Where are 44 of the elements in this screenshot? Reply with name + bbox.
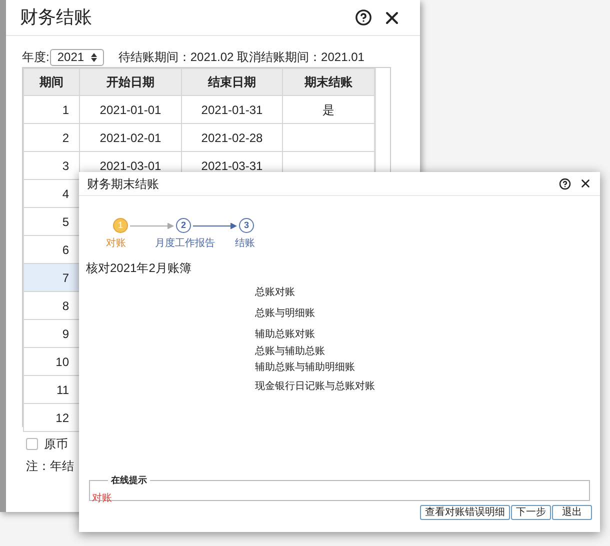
check-item: 总账与明细账	[255, 308, 316, 319]
column-header: 期间	[24, 68, 80, 96]
period-cell[interactable]: 1	[24, 96, 80, 124]
arrow-icon	[193, 222, 237, 228]
note-text: 注：年结	[26, 458, 74, 475]
period-info: 待结账期间：2021.02 取消结账期间：2021.01	[118, 49, 364, 66]
section-heading: 核对2021年2月账簿	[86, 260, 192, 277]
period-cell[interactable]: 3	[24, 152, 80, 180]
arrow-icon	[130, 222, 174, 228]
period-cell[interactable]: 12	[24, 404, 80, 432]
dialog-button[interactable]: 退出	[552, 505, 592, 520]
year-label: 年度:	[22, 49, 50, 66]
checkbox-label: 原币	[44, 436, 68, 453]
help-icon[interactable]	[355, 9, 372, 26]
step-label: 结账	[234, 236, 256, 251]
step-number: 3	[239, 218, 254, 233]
check-item: 辅助总账对账	[255, 329, 316, 340]
step-label: 月度工作报告	[154, 236, 216, 251]
period-cell[interactable]: 9	[24, 320, 80, 348]
period-cell[interactable]: 5	[24, 208, 80, 236]
period-cell[interactable]: 8	[24, 292, 80, 320]
check-item: 现金银行日记账与总账对账	[255, 381, 376, 392]
check-item: 辅助总账与辅助明细账	[255, 362, 356, 373]
dialog-button[interactable]: 下一步	[511, 505, 551, 520]
window-title: 财务结账	[20, 6, 92, 29]
year-select[interactable]: 2021	[50, 48, 104, 66]
checkbox[interactable]	[26, 438, 38, 450]
close-icon[interactable]	[579, 177, 592, 190]
check-item: 总账与辅助总账	[255, 346, 326, 357]
hint-text: 对账	[92, 493, 112, 504]
help-icon[interactable]	[559, 178, 571, 190]
step-label: 对账	[105, 236, 127, 251]
step-number: 1	[113, 218, 128, 233]
step-number: 2	[176, 218, 191, 233]
period-cell[interactable]: 10	[24, 348, 80, 376]
check-item: 总账对账	[255, 287, 296, 298]
dialog-button[interactable]: 查看对账错误明细	[420, 505, 510, 520]
period-cell[interactable]: 2	[24, 124, 80, 152]
stepper-icon	[91, 52, 98, 62]
period-cell[interactable]: 11	[24, 376, 80, 404]
period-cell[interactable]: 4	[24, 180, 80, 208]
period-cell[interactable]: 6	[24, 236, 80, 264]
period-cell[interactable]: 7	[24, 264, 80, 292]
hint-legend: 在线提示	[108, 475, 150, 485]
